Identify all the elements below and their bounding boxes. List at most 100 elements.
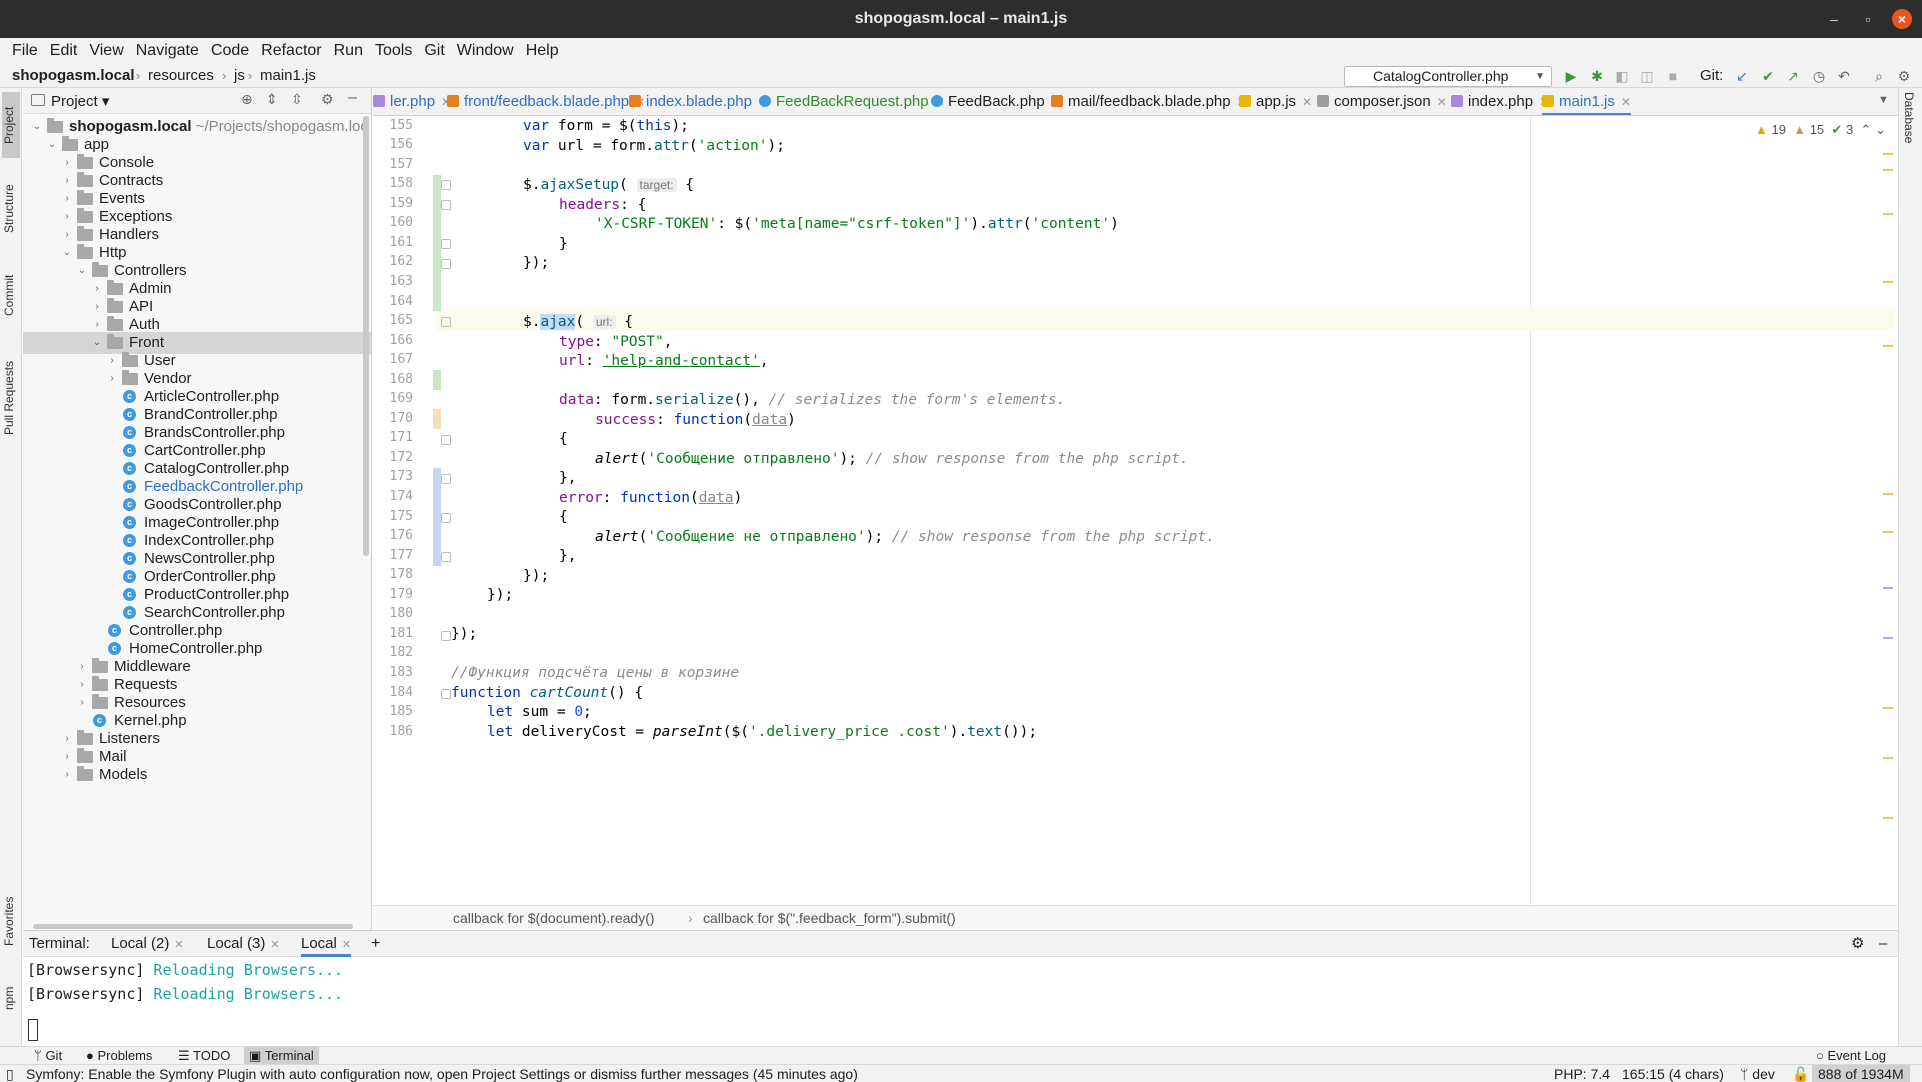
fold-icon[interactable] xyxy=(441,689,451,699)
fold-icon[interactable] xyxy=(441,552,451,562)
close-tab-icon[interactable]: ✕ xyxy=(1302,95,1312,109)
fold-icon[interactable] xyxy=(441,631,451,641)
breadcrumb-project[interactable]: shopogasm.local xyxy=(12,64,135,88)
fold-icon[interactable] xyxy=(441,239,451,249)
memory-indicator[interactable]: 888 of 1934M xyxy=(1812,1065,1910,1082)
tool-npm[interactable]: npm xyxy=(2,978,20,1018)
tool-favorites[interactable]: Favorites xyxy=(2,888,20,954)
hide-panel-icon[interactable]: – xyxy=(348,89,357,107)
terminal-tab-local[interactable]: Local ✕ xyxy=(301,931,352,957)
next-highlight-icon[interactable]: ⌄ xyxy=(1875,122,1886,137)
hide-panel-icon[interactable]: – xyxy=(1879,931,1887,957)
tool-pull-requests[interactable]: Pull Requests xyxy=(2,348,20,448)
search-icon[interactable]: ⌕ xyxy=(1869,66,1889,86)
git-branch[interactable]: ᛘ dev xyxy=(1740,1065,1775,1082)
code-editor[interactable]: 1541551561571581591601611621631641651661… xyxy=(373,117,1898,905)
terminal-tab-local-2[interactable]: Local (2) ✕ xyxy=(111,931,184,958)
error-stripe-mark[interactable] xyxy=(1883,637,1893,639)
inspection-widget[interactable]: ▲ 19 ▲ 15 ✔ 3 ⌃ ⌄ xyxy=(1755,122,1886,138)
run-configuration-select[interactable]: CatalogController.php ▼ xyxy=(1344,66,1552,87)
chevron-right-icon[interactable]: › xyxy=(61,764,73,786)
code-breadcrumb-submit[interactable]: callback for $(".feedback_form").submit(… xyxy=(703,906,956,930)
collapse-all-icon[interactable]: ⇳ xyxy=(291,91,303,108)
rollback-icon[interactable]: ↶ xyxy=(1834,66,1854,86)
run-icon[interactable]: ▶ xyxy=(1561,66,1581,86)
menu-help[interactable]: Help xyxy=(520,38,565,64)
tool-todo[interactable]: ☰ TODO xyxy=(178,1047,230,1065)
tab-ler-php[interactable]: ler.php✕ xyxy=(373,88,451,115)
terminal-tab-local-3[interactable]: Local (3) ✕ xyxy=(207,931,280,958)
breadcrumb-resources[interactable]: resources xyxy=(148,64,214,88)
tool-terminal[interactable]: ▣ Terminal xyxy=(244,1047,319,1065)
history-icon[interactable]: ◷ xyxy=(1809,66,1829,86)
tool-database[interactable]: Database xyxy=(1902,92,1916,143)
git-update-icon[interactable]: ↙ xyxy=(1732,66,1752,86)
tool-structure[interactable]: Structure xyxy=(2,174,20,244)
menu-run[interactable]: Run xyxy=(328,38,369,64)
breadcrumb-js[interactable]: js xyxy=(234,64,245,88)
fold-icon[interactable] xyxy=(441,200,451,210)
code-breadcrumb-ready[interactable]: callback for $(document).ready() xyxy=(453,906,655,930)
close-tab-icon[interactable]: ✕ xyxy=(1437,95,1447,109)
close-icon[interactable]: × xyxy=(1892,9,1912,29)
maximize-icon[interactable]: ▫ xyxy=(1858,9,1878,29)
debug-icon[interactable]: ✱ xyxy=(1587,66,1607,86)
lock-icon[interactable]: 🔓 xyxy=(1792,1065,1809,1082)
terminal-cursor[interactable] xyxy=(28,1019,38,1041)
menu-view[interactable]: View xyxy=(83,38,129,64)
locate-icon[interactable]: ⊕ xyxy=(241,91,253,108)
previous-highlight-icon[interactable]: ⌃ xyxy=(1860,122,1871,137)
php-version[interactable]: PHP: 7.4 xyxy=(1554,1065,1610,1082)
close-tab-icon[interactable]: ✕ xyxy=(1621,95,1631,109)
error-stripe-mark[interactable] xyxy=(1883,707,1893,709)
error-stripe-mark[interactable] xyxy=(1883,757,1893,759)
breadcrumb-file[interactable]: main1.js xyxy=(260,64,316,88)
settings-gear-icon[interactable]: ⚙ xyxy=(1894,66,1914,86)
fold-icon[interactable] xyxy=(441,259,451,269)
tab-app-js[interactable]: app.js ✕ xyxy=(1239,88,1312,115)
coverage-icon[interactable]: ◧ xyxy=(1612,66,1632,86)
status-message[interactable]: Symfony: Enable the Symfony Plugin with … xyxy=(26,1065,858,1082)
error-stripe-mark[interactable] xyxy=(1883,345,1893,347)
tab-index-php[interactable]: index.php✕ xyxy=(1451,88,1549,115)
error-stripe-mark[interactable] xyxy=(1883,153,1893,155)
tab-feedbackrequest-php[interactable]: FeedBackRequest.php✕ xyxy=(759,88,945,115)
error-stripe-mark[interactable] xyxy=(1883,213,1893,215)
project-horizontal-scrollbar[interactable] xyxy=(33,924,353,929)
fold-icon[interactable] xyxy=(441,474,451,484)
close-tab-icon[interactable]: ✕ xyxy=(174,939,183,951)
fold-icon[interactable] xyxy=(441,513,451,523)
menu-refactor[interactable]: Refactor xyxy=(255,38,327,64)
error-stripe-mark[interactable] xyxy=(1883,587,1893,589)
caret-position[interactable]: 165:15 (4 chars) xyxy=(1622,1065,1724,1082)
tab-front-feedback-blade[interactable]: front/feedback.blade.php✕ xyxy=(447,88,645,115)
tab-main1-js[interactable]: main1.js ✕ xyxy=(1542,88,1631,115)
menu-file[interactable]: File xyxy=(6,38,44,64)
menu-window[interactable]: Window xyxy=(451,38,520,64)
settings-gear-icon[interactable]: ⚙ xyxy=(1851,931,1864,957)
stop-icon[interactable]: ■ xyxy=(1663,66,1683,86)
profile-icon[interactable]: ◫ xyxy=(1637,66,1657,86)
error-stripe-mark[interactable] xyxy=(1883,531,1893,533)
menu-git[interactable]: Git xyxy=(418,38,450,64)
git-commit-icon[interactable]: ✔ xyxy=(1758,66,1778,86)
tab-feedback-php[interactable]: FeedBack.php✕ xyxy=(931,88,1061,115)
tool-project[interactable]: Project xyxy=(2,92,20,158)
menu-code[interactable]: Code xyxy=(205,38,255,64)
fold-icon[interactable] xyxy=(441,180,451,190)
fold-icon[interactable] xyxy=(441,435,451,445)
close-tab-icon[interactable]: ✕ xyxy=(270,939,279,951)
tab-composer-json[interactable]: composer.json ✕ xyxy=(1317,88,1447,115)
menu-tools[interactable]: Tools xyxy=(369,38,418,64)
error-stripe-mark[interactable] xyxy=(1883,281,1893,283)
error-stripe-mark[interactable] xyxy=(1883,817,1893,819)
tool-event-log[interactable]: ○ Event Log xyxy=(1816,1047,1886,1065)
minimize-icon[interactable]: – xyxy=(1824,9,1844,29)
error-stripe-mark[interactable] xyxy=(1883,169,1893,171)
fold-icon[interactable] xyxy=(441,317,451,327)
menu-navigate[interactable]: Navigate xyxy=(130,38,205,64)
tab-mail-feedback-blade[interactable]: mail/feedback.blade.php✕ xyxy=(1051,88,1247,115)
tab-index-blade[interactable]: index.blade.php✕ xyxy=(629,88,768,115)
tree-item[interactable]: › Models xyxy=(23,764,371,786)
menu-edit[interactable]: Edit xyxy=(44,38,84,64)
